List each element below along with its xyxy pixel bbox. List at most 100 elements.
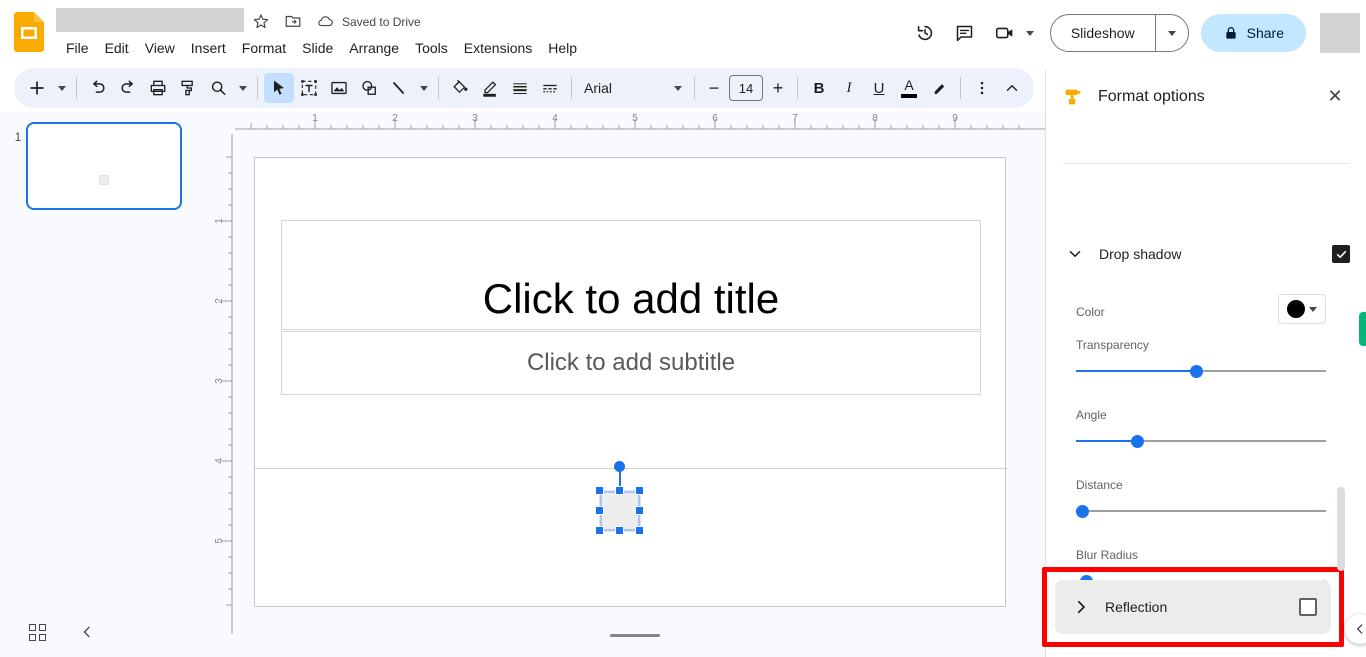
slider-knob[interactable] — [1131, 435, 1144, 448]
bold-button[interactable]: B — [804, 73, 834, 103]
document-title-redacted[interactable] — [56, 8, 244, 32]
paint-roller-icon — [1065, 89, 1081, 104]
border-weight-icon — [513, 83, 527, 94]
resize-handle-top-center[interactable] — [615, 486, 624, 495]
menu-item-file[interactable]: File — [58, 36, 97, 60]
star-icon[interactable] — [252, 12, 270, 30]
panel-scrollbar[interactable] — [1337, 487, 1345, 571]
underline-button[interactable]: U — [864, 73, 894, 103]
resize-handle-middle-left[interactable] — [595, 506, 604, 515]
resize-handle-bottom-center[interactable] — [615, 526, 624, 535]
resize-handle-bottom-left[interactable] — [595, 526, 604, 535]
border-dash-icon — [543, 84, 557, 93]
resize-handle-top-left[interactable] — [595, 486, 604, 495]
drop-shadow-section-header[interactable]: Drop shadow — [1063, 234, 1350, 274]
text-color-swatch — [901, 93, 917, 98]
horizontal-ruler[interactable]: 1 2 3 4 5 6 7 8 9 — [235, 112, 1045, 134]
comment-button[interactable] — [945, 13, 985, 53]
increase-font-size-button[interactable]: + — [765, 75, 791, 101]
undo-button[interactable] — [83, 73, 113, 103]
collapse-toolbar-button[interactable] — [997, 73, 1027, 103]
shape-button[interactable] — [354, 73, 384, 103]
menu-item-extensions[interactable]: Extensions — [456, 36, 540, 60]
subtitle-placeholder[interactable]: Click to add subtitle — [281, 331, 981, 395]
select-tool-button[interactable] — [264, 73, 294, 103]
new-slide-dropdown[interactable] — [52, 73, 70, 103]
slideshow-dropdown-button[interactable] — [1156, 15, 1188, 51]
redo-button[interactable] — [113, 73, 143, 103]
shadow-color-picker[interactable] — [1278, 294, 1326, 324]
format-options-panel: Format options ✕ Drop shadow Color Trans… — [1045, 70, 1366, 657]
border-weight-button[interactable] — [505, 73, 535, 103]
slide-thumbnail-1[interactable] — [26, 122, 182, 210]
chevron-down-icon[interactable] — [1063, 242, 1087, 266]
meet-button[interactable] — [985, 13, 1038, 53]
slideshow-button[interactable]: Slideshow — [1051, 15, 1155, 51]
close-panel-button[interactable]: ✕ — [1319, 81, 1351, 113]
new-slide-button[interactable] — [22, 73, 52, 103]
decrease-font-size-button[interactable]: − — [701, 75, 727, 101]
border-dash-button[interactable] — [535, 73, 565, 103]
menu-item-help[interactable]: Help — [540, 36, 585, 60]
notes-resize-handle[interactable] — [610, 634, 660, 637]
menu-item-arrange[interactable]: Arrange — [341, 36, 407, 60]
slideshow-button-group[interactable]: Slideshow — [1049, 14, 1189, 52]
insert-image-button[interactable] — [324, 73, 354, 103]
video-camera-icon — [995, 27, 1013, 39]
font-size-input[interactable]: 14 — [729, 75, 763, 101]
save-status-text: Saved to Drive — [342, 15, 421, 29]
menu-item-edit[interactable]: Edit — [97, 36, 137, 60]
collapse-filmstrip-button[interactable] — [70, 615, 104, 649]
fill-color-button[interactable] — [445, 73, 475, 103]
zoom-button[interactable] — [203, 73, 233, 103]
reflection-section-header[interactable]: Reflection — [1055, 580, 1331, 634]
avatar[interactable] — [1320, 13, 1360, 53]
meet-chevron-down-icon[interactable] — [1025, 30, 1034, 36]
filmstrip-slide-1[interactable]: 1 — [10, 122, 182, 210]
google-slides-logo-icon[interactable] — [14, 12, 44, 52]
line-dropdown[interactable] — [414, 73, 432, 103]
reflection-checkbox[interactable] — [1299, 598, 1317, 616]
angle-label: Angle — [1076, 408, 1107, 422]
transparency-slider[interactable] — [1076, 362, 1326, 380]
angle-slider[interactable] — [1076, 432, 1326, 450]
text-box-button[interactable] — [294, 73, 324, 103]
document-title[interactable] — [56, 8, 244, 32]
resize-handle-top-right[interactable] — [635, 486, 644, 495]
menu-item-slide[interactable]: Slide — [294, 36, 341, 60]
line-button[interactable] — [384, 73, 414, 103]
text-color-button[interactable]: A — [894, 73, 924, 103]
rotation-handle[interactable] — [614, 461, 625, 472]
version-history-button[interactable] — [905, 13, 945, 53]
distance-slider[interactable] — [1076, 502, 1326, 520]
grid-view-button[interactable] — [20, 615, 54, 649]
cloud-saved-icon[interactable] — [316, 12, 334, 30]
highlight-color-button[interactable] — [924, 73, 954, 103]
side-indicator-tab[interactable] — [1359, 312, 1366, 346]
chevron-right-icon[interactable] — [1069, 595, 1093, 619]
resize-handle-bottom-right[interactable] — [635, 526, 644, 535]
zoom-dropdown[interactable] — [233, 73, 251, 103]
drop-shadow-checkbox[interactable] — [1332, 245, 1350, 263]
svg-text:4: 4 — [552, 113, 558, 124]
menu-item-view[interactable]: View — [137, 36, 183, 60]
more-options-button[interactable] — [967, 73, 997, 103]
resize-handle-middle-right[interactable] — [635, 506, 644, 515]
menu-item-insert[interactable]: Insert — [183, 36, 234, 60]
border-color-button[interactable] — [475, 73, 505, 103]
paint-format-button[interactable] — [173, 73, 203, 103]
video-camera-button[interactable] — [985, 13, 1025, 53]
slide-canvas[interactable]: Click to add title Click to add subtitle — [254, 157, 1007, 607]
menu-item-tools[interactable]: Tools — [407, 36, 456, 60]
vertical-ruler[interactable]: 1 2 3 4 5 — [215, 134, 237, 634]
slider-knob[interactable] — [1076, 505, 1089, 518]
move-to-folder-icon[interactable] — [284, 12, 302, 30]
title-placeholder[interactable]: Click to add title — [281, 220, 981, 330]
subtitle-placeholder-text: Click to add subtitle — [526, 349, 736, 376]
font-family-selector[interactable]: Arial — [578, 73, 688, 103]
print-button[interactable] — [143, 73, 173, 103]
slider-knob[interactable] — [1190, 365, 1203, 378]
italic-button[interactable]: I — [834, 73, 864, 103]
menu-item-format[interactable]: Format — [234, 36, 294, 60]
share-button[interactable]: Share — [1200, 14, 1306, 52]
